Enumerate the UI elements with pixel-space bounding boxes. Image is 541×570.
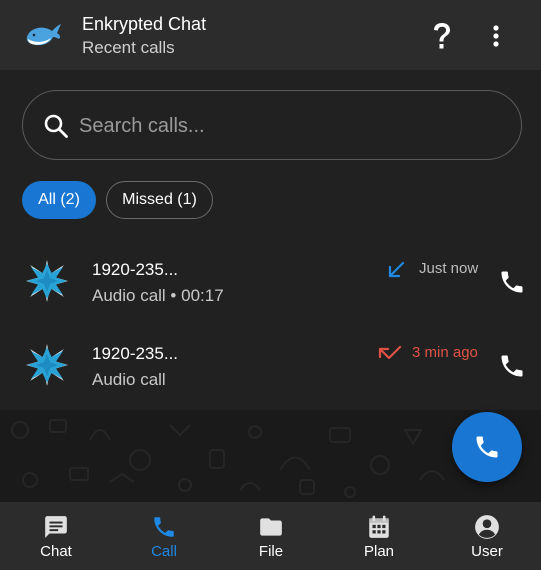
call-detail: Audio call • 00:17 [92, 286, 224, 305]
phone-icon [154, 517, 174, 537]
nav-label: Chat [40, 543, 72, 560]
page-subtitle: Recent calls [82, 38, 175, 57]
contact-avatar-icon [26, 344, 68, 386]
nav-item-user[interactable]: User [433, 502, 541, 570]
call-list-item[interactable]: 1920-235... Audio call 3 min ago [0, 326, 541, 410]
app-header: Enkrypted Chat Recent calls [0, 0, 541, 70]
phone-icon [476, 436, 498, 458]
new-call-fab-button[interactable] [452, 412, 522, 482]
contact-avatar-icon [26, 260, 68, 302]
help-button[interactable] [428, 20, 456, 52]
search-input[interactable] [79, 109, 499, 143]
filter-chip-missed[interactable]: Missed (1) [106, 181, 213, 219]
account-icon [475, 515, 499, 539]
help-icon [434, 23, 450, 49]
search-icon [44, 114, 68, 138]
call-back-button[interactable] [498, 352, 526, 380]
call-contact-name: 1920-235... [92, 260, 179, 279]
nav-item-plan[interactable]: Plan [325, 502, 433, 570]
nav-item-call[interactable]: Call [110, 502, 218, 570]
folder-icon [260, 518, 282, 536]
call-time: 3 min ago [412, 344, 478, 361]
arrow-incoming-icon [388, 261, 405, 278]
calendar-icon [369, 515, 389, 538]
app-title: Enkrypted Chat [82, 14, 207, 34]
more-options-button[interactable] [484, 20, 508, 52]
chat-icon [45, 516, 67, 538]
nav-label: User [471, 543, 503, 560]
whale-logo-icon [26, 24, 61, 46]
call-detail: Audio call [92, 370, 166, 389]
more-vert-icon [493, 25, 499, 47]
nav-item-file[interactable]: File [217, 502, 325, 570]
call-back-button[interactable] [498, 268, 526, 296]
nav-label: Plan [363, 543, 395, 560]
call-list-item[interactable]: 1920-235... Audio call • 00:17 Just now [0, 242, 541, 326]
call-missed-icon [378, 345, 402, 360]
search-bar[interactable] [22, 90, 522, 160]
nav-label: Call [151, 543, 177, 560]
nav-label: File [258, 543, 284, 560]
nav-item-chat[interactable]: Chat [2, 502, 110, 570]
bottom-navigation: Chat Call File Plan User [0, 502, 541, 570]
filter-chip-all[interactable]: All (2) [22, 181, 96, 219]
call-time: Just now [419, 260, 479, 277]
call-contact-name: 1920-235... [92, 344, 179, 363]
